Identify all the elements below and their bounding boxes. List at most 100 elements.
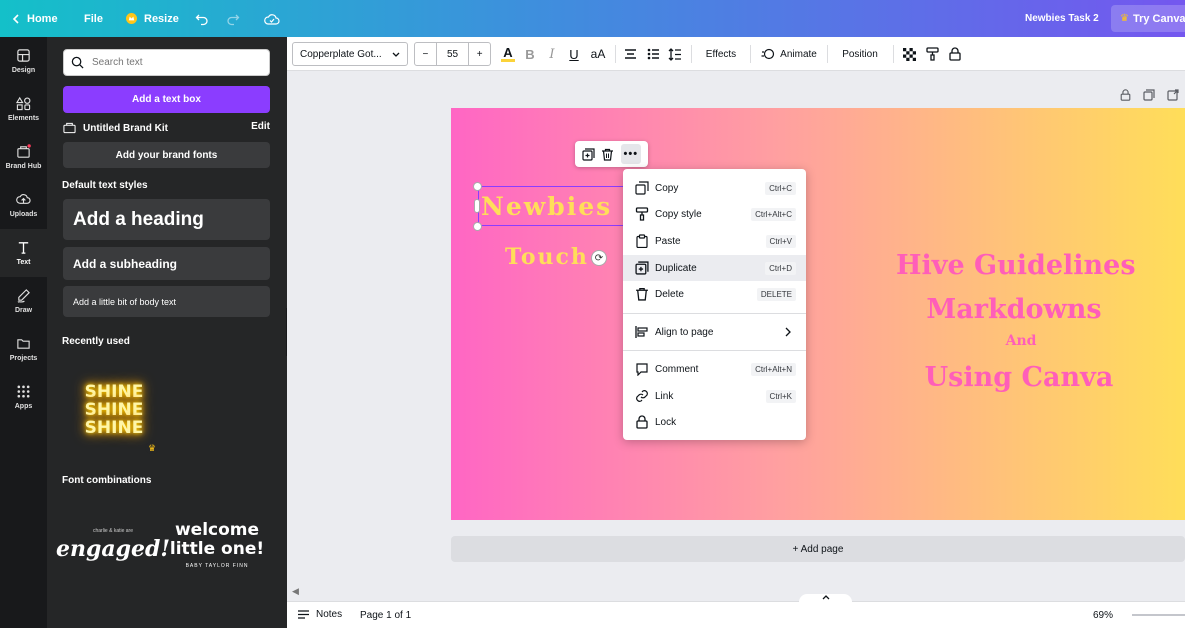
bottom-bar: Notes Page 1 of 1 69% bbox=[287, 594, 1185, 628]
home-label: Home bbox=[27, 12, 58, 25]
search-box bbox=[63, 49, 270, 76]
upload-icon bbox=[16, 194, 31, 204]
add-page-icon[interactable] bbox=[1167, 89, 1179, 101]
brand-kit-edit-link[interactable]: Edit bbox=[251, 121, 270, 132]
shortcut-hint: Ctrl+V bbox=[765, 234, 796, 248]
show-pages-toggle[interactable] bbox=[799, 594, 852, 606]
position-button[interactable]: Position bbox=[837, 44, 883, 64]
notes-label: Notes bbox=[316, 609, 343, 620]
document-title[interactable]: Newbies Task 2 bbox=[1025, 0, 1099, 37]
rail-item-text[interactable]: Text bbox=[0, 229, 47, 277]
redo-icon bbox=[227, 14, 240, 25]
spacing-button[interactable] bbox=[667, 44, 683, 64]
rail-item-draw[interactable]: Draw bbox=[0, 277, 47, 325]
menu-item-comment[interactable]: Comment Ctrl+Alt+N bbox=[623, 356, 806, 382]
duplicate-page-icon[interactable] bbox=[1143, 89, 1155, 101]
toolbar-divider bbox=[615, 45, 616, 63]
resize-handle[interactable] bbox=[473, 182, 482, 191]
grid-icon bbox=[17, 385, 30, 398]
cloud-check-icon bbox=[264, 13, 280, 25]
undo-icon bbox=[195, 14, 208, 25]
text-color-button[interactable]: A bbox=[499, 44, 517, 64]
add-brand-fonts-button[interactable]: Add your brand fonts bbox=[63, 142, 270, 168]
increase-font-size-button[interactable]: + bbox=[468, 43, 490, 65]
menu-item-copy-style[interactable]: Copy style Ctrl+Alt+C bbox=[623, 201, 806, 227]
redo-button[interactable] bbox=[226, 0, 240, 37]
undo-button[interactable] bbox=[195, 0, 209, 37]
pro-crown-badge: ♛ bbox=[145, 442, 159, 454]
font-family-select[interactable]: Copperplate Got... bbox=[292, 42, 408, 66]
bold-button[interactable]: B bbox=[523, 44, 537, 64]
italic-button[interactable]: I bbox=[545, 44, 559, 64]
rotate-handle[interactable]: ⟳ bbox=[591, 250, 607, 266]
layout-icon bbox=[17, 49, 30, 62]
menu-item-duplicate[interactable]: Duplicate Ctrl+D bbox=[623, 255, 806, 281]
add-page-button[interactable]: + Add page bbox=[451, 536, 1185, 562]
transparency-button[interactable] bbox=[902, 44, 916, 64]
menu-item-copy[interactable]: Copy Ctrl+C bbox=[623, 175, 806, 201]
rail-item-elements[interactable]: Elements bbox=[0, 85, 47, 133]
shine-text-preset[interactable]: SHINE SHINE SHINE bbox=[73, 369, 155, 451]
rail-item-uploads[interactable]: Uploads bbox=[0, 181, 47, 229]
resize-handle[interactable] bbox=[473, 222, 482, 231]
selected-text-newbies[interactable]: Newbies bbox=[478, 186, 624, 226]
font-combo-welcome[interactable]: welcome little one! BABY TAYLOR FINN bbox=[167, 507, 267, 582]
add-text-box-button[interactable]: Add a text box bbox=[63, 86, 270, 113]
more-options-button[interactable]: ••• bbox=[620, 144, 641, 164]
scroll-left-icon[interactable]: ◀ bbox=[292, 586, 299, 597]
add-subheading-button[interactable]: Add a subheading bbox=[63, 247, 270, 280]
notes-button[interactable]: Notes bbox=[297, 609, 342, 620]
rail-item-apps[interactable]: Apps bbox=[0, 373, 47, 421]
rail-item-design[interactable]: Design bbox=[0, 37, 47, 85]
menu-item-align-to-page[interactable]: Align to page bbox=[623, 319, 806, 345]
try-canva-pro-button[interactable]: ♛ Try Canva Pro bbox=[1111, 5, 1185, 32]
and-text[interactable]: And bbox=[896, 333, 1146, 349]
add-heading-button[interactable]: Add a heading bbox=[63, 199, 270, 240]
zoom-level[interactable]: 69% bbox=[1093, 610, 1113, 621]
add-body-text-button[interactable]: Add a little bit of body text bbox=[63, 286, 270, 317]
rail-item-projects[interactable]: Projects bbox=[0, 325, 47, 373]
file-label: File bbox=[84, 12, 103, 25]
resize-button[interactable]: Resize bbox=[124, 0, 179, 37]
cloud-save-status[interactable] bbox=[264, 0, 280, 37]
hive-guidelines-text[interactable]: Hive Guidelines bbox=[896, 250, 1136, 281]
file-menu[interactable]: File bbox=[84, 0, 103, 37]
decrease-font-size-button[interactable]: − bbox=[415, 43, 437, 65]
menu-item-paste[interactable]: Paste Ctrl+V bbox=[623, 228, 806, 254]
zoom-slider[interactable] bbox=[1132, 614, 1185, 616]
search-input[interactable] bbox=[92, 57, 262, 68]
underline-button[interactable]: U bbox=[567, 44, 581, 64]
more-icon: ••• bbox=[623, 148, 639, 160]
duplicate-icon[interactable] bbox=[582, 147, 595, 161]
resize-handle[interactable] bbox=[474, 199, 480, 213]
letter-case-button[interactable]: aA bbox=[589, 44, 607, 64]
resize-label: Resize bbox=[144, 12, 179, 25]
font-combo-engaged[interactable]: charlie & katie are engaged! bbox=[56, 507, 170, 582]
animate-button[interactable]: Animate bbox=[758, 44, 820, 64]
copy-style-button[interactable] bbox=[925, 44, 939, 64]
link-icon bbox=[636, 390, 648, 402]
markdowns-text[interactable]: Markdowns bbox=[896, 294, 1132, 325]
page-indicator[interactable]: Page 1 of 1 bbox=[360, 610, 411, 621]
trash-icon[interactable] bbox=[601, 148, 614, 161]
list-button[interactable] bbox=[645, 44, 661, 64]
menu-item-lock[interactable]: Lock bbox=[623, 409, 806, 435]
search-icon bbox=[71, 56, 84, 69]
home-button[interactable]: Home bbox=[11, 0, 58, 37]
brand-icon bbox=[17, 144, 31, 158]
crown-icon: ♛ bbox=[1120, 13, 1129, 24]
align-button[interactable] bbox=[622, 44, 638, 64]
horizontal-scrollbar[interactable]: ◀ bbox=[287, 585, 1185, 599]
using-canva-text[interactable]: Using Canva bbox=[896, 362, 1142, 393]
lock-button[interactable] bbox=[948, 44, 962, 64]
chevron-right-icon bbox=[785, 327, 791, 337]
lock-icon[interactable] bbox=[1120, 89, 1131, 101]
rail-item-brand-hub[interactable]: Brand Hub bbox=[0, 133, 47, 181]
doc-title-label: Newbies Task 2 bbox=[1025, 13, 1099, 24]
menu-item-delete[interactable]: Delete DELETE bbox=[623, 281, 806, 307]
menu-item-link[interactable]: Link Ctrl+K bbox=[623, 383, 806, 409]
shortcut-hint: Ctrl+K bbox=[765, 389, 796, 403]
effects-button[interactable]: Effects bbox=[699, 44, 743, 64]
menu-divider bbox=[623, 313, 806, 314]
font-size-input[interactable]: 55 bbox=[437, 43, 469, 65]
